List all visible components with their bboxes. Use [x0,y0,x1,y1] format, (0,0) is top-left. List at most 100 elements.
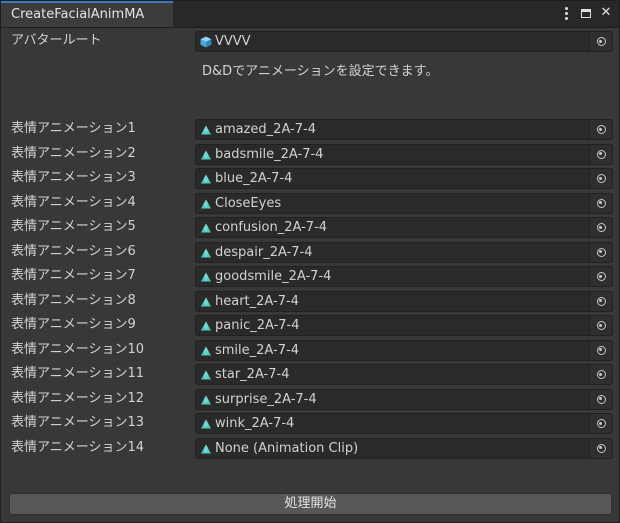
object-picker-button[interactable] [589,193,612,213]
animation-label: 表情アニメーション8 [11,292,136,308]
animation-row: 表情アニメーション4 CloseEyes [9,192,613,214]
object-picker-icon [596,174,606,183]
animation-row: 表情アニメーション9 panic_2A-7-4 [9,314,613,336]
animation-clip-field[interactable]: surprise_2A-7-4 [195,388,613,410]
animation-label: 表情アニメーション13 [11,415,145,430]
animation-clip-field[interactable]: CloseEyes [195,192,613,214]
animation-clip-field[interactable]: amazed_2A-7-4 [195,119,613,140]
animation-clip-icon [201,199,211,208]
animation-clip-field[interactable]: smile_2A-7-4 [195,339,613,361]
avatar-root-row: アバタールート VVVV [9,30,613,52]
animation-clip-field[interactable]: panic_2A-7-4 [195,315,613,336]
object-picker-icon [596,247,606,257]
animation-clip-value: None (Animation Clip) [215,440,359,456]
animation-clip-value: star_2A-7-4 [215,367,290,382]
animation-clip-icon [201,174,211,184]
animation-clip-icon [201,125,211,135]
object-picker-button[interactable] [589,242,612,262]
object-picker-icon [596,37,606,46]
animation-clip-icon [201,370,211,380]
animation-clip-value: goodsmile_2A-7-4 [215,269,332,284]
animation-clip-value: surprise_2A-7-4 [215,391,317,407]
animation-clip-icon [201,297,211,306]
object-picker-icon [596,296,606,306]
help-text: D&Dでアニメーションを設定できます。 [202,64,439,79]
window-controls: ✕ [559,5,613,21]
animation-clip-icon [201,346,211,355]
object-picker-icon [596,223,606,232]
object-picker-button[interactable] [589,340,612,360]
avatar-root-value: VVVV [215,34,251,49]
animation-clip-icon [201,321,211,331]
animation-clip-field[interactable]: heart_2A-7-4 [195,290,613,312]
object-picker-button[interactable] [589,438,612,458]
animation-row: 表情アニメーション2 badsmile_2A-7-4 [9,143,613,165]
animation-row: 表情アニメーション6 despair_2A-7-4 [9,241,613,263]
maximize-icon[interactable] [579,5,593,21]
object-picker-button[interactable] [589,389,612,409]
animation-label: 表情アニメーション11 [11,366,145,381]
object-picker-button[interactable] [589,144,612,164]
animation-row: 表情アニメーション1 amazed_2A-7-4 [9,118,613,140]
animation-clip-icon [201,419,211,429]
animation-row: 表情アニメーション14 None (Animation Clip) [9,437,613,459]
animation-row: 表情アニメーション8 heart_2A-7-4 [9,290,613,312]
animation-clip-field[interactable]: goodsmile_2A-7-4 [195,266,613,287]
object-picker-icon [596,419,606,428]
animation-row: 表情アニメーション5 confusion_2A-7-4 [9,216,613,238]
animation-row: 表情アニメーション7 goodsmile_2A-7-4 [9,265,613,287]
animation-label: 表情アニメーション12 [11,390,145,406]
object-picker-icon [596,345,606,355]
start-process-button[interactable]: 処理開始 [9,493,612,515]
editor-window: CreateFacialAnimMA ✕ アバタールート VVVV D&Dでアニ… [0,0,620,523]
animation-clip-value: blue_2A-7-4 [215,171,293,186]
animation-label: 表情アニメーション9 [11,317,136,332]
animation-clip-value: despair_2A-7-4 [215,244,313,260]
animation-clip-value: wink_2A-7-4 [215,416,295,431]
animation-row: 表情アニメーション12 surprise_2A-7-4 [9,388,613,410]
object-picker-button[interactable] [589,120,612,139]
object-picker-icon [596,321,606,330]
close-icon[interactable]: ✕ [599,5,613,21]
object-picker-icon [596,198,606,208]
animation-clip-field[interactable]: confusion_2A-7-4 [195,217,613,238]
object-picker-icon [596,443,606,453]
animation-label: 表情アニメーション4 [11,194,136,210]
object-picker-button[interactable] [589,414,612,433]
animation-clip-field[interactable]: despair_2A-7-4 [195,241,613,263]
object-picker-button[interactable] [589,32,612,51]
animation-clip-icon [201,150,211,159]
tab-create-facial-anim-ma[interactable]: CreateFacialAnimMA [1,1,173,27]
object-picker-icon [596,125,606,134]
avatar-root-field[interactable]: VVVV [195,31,613,52]
animation-row: 表情アニメーション11 star_2A-7-4 [9,363,613,385]
object-picker-button[interactable] [589,267,612,286]
animation-label: 表情アニメーション2 [11,145,136,161]
animation-clip-value: smile_2A-7-4 [215,342,299,358]
animation-clip-value: CloseEyes [215,195,282,211]
animation-clip-icon [201,395,211,404]
vertical-dots-icon[interactable] [559,5,573,21]
animation-row: 表情アニメーション10 smile_2A-7-4 [9,339,613,361]
object-picker-button[interactable] [589,218,612,237]
object-picker-icon [596,272,606,281]
animation-label: 表情アニメーション10 [11,341,145,357]
animation-clip-value: badsmile_2A-7-4 [215,146,324,162]
animation-label: 表情アニメーション5 [11,219,136,234]
animation-clip-value: heart_2A-7-4 [215,293,299,309]
object-picker-button[interactable] [589,316,612,335]
object-picker-button[interactable] [589,365,612,384]
object-picker-button[interactable] [589,291,612,311]
object-picker-icon [596,370,606,379]
animation-clip-field[interactable]: None (Animation Clip) [195,437,613,459]
object-picker-icon [596,149,606,159]
animation-clip-icon [201,223,211,233]
animation-clip-field[interactable]: blue_2A-7-4 [195,168,613,189]
animation-clip-field[interactable]: star_2A-7-4 [195,364,613,385]
animation-clip-field[interactable]: wink_2A-7-4 [195,413,613,434]
animation-clip-field[interactable]: badsmile_2A-7-4 [195,143,613,165]
animation-row: 表情アニメーション3 blue_2A-7-4 [9,167,613,189]
animation-label: 表情アニメーション6 [11,243,136,259]
object-picker-button[interactable] [589,169,612,188]
animation-label: 表情アニメーション14 [11,439,145,455]
